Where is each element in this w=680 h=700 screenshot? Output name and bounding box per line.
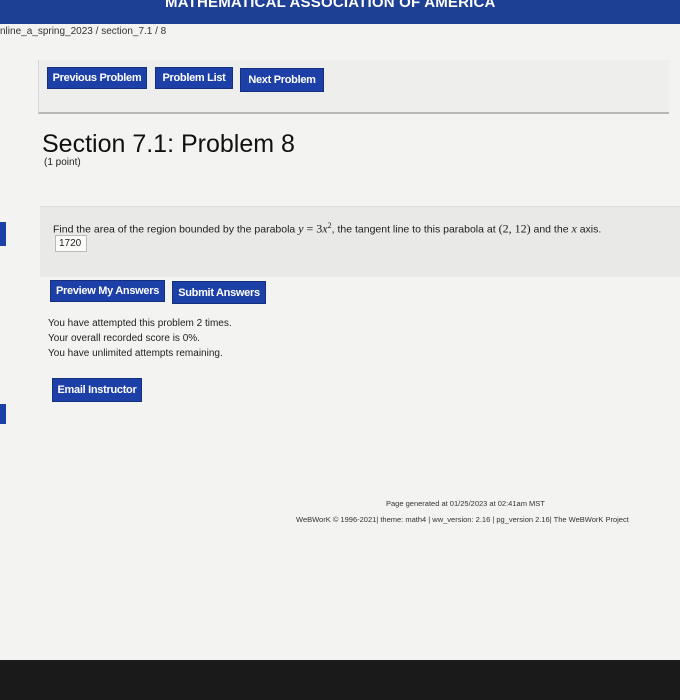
math-point: (2, 12) xyxy=(498,221,531,236)
statement-text-end: axis. xyxy=(576,223,602,236)
page-title: Section 7.1: Problem 8 xyxy=(42,130,295,158)
next-problem-button[interactable]: Next Problem xyxy=(240,68,324,92)
copyright-footer: WeBWorK © 1996-2021| theme: math4 | ww_v… xyxy=(296,515,629,524)
answer-input[interactable] xyxy=(55,235,87,252)
problem-nav: Previous Problem Problem List Next Probl… xyxy=(38,60,669,114)
banner-text: MATHEMATICAL ASSOCIATION OF AMERICA xyxy=(165,0,496,11)
email-instructor-button[interactable]: Email Instructor xyxy=(52,378,142,402)
submit-answers-button[interactable]: Submit Answers xyxy=(172,281,266,304)
breadcrumb[interactable]: nline_a_spring_2023 / section_7.1 / 8 xyxy=(0,26,166,37)
problem-list-button[interactable]: Problem List xyxy=(155,67,233,89)
site-banner: MATHEMATICAL ASSOCIATION OF AMERICA xyxy=(0,0,680,24)
recorded-score: Your overall recorded score is 0%. xyxy=(48,333,200,344)
statement-text-mid: , the tangent line to this parabola at xyxy=(331,223,499,236)
sidebar-tab[interactable] xyxy=(0,404,6,424)
statement-text-after: and the xyxy=(530,223,572,236)
page-generated-text: Page generated at 01/25/2023 at 02:41am … xyxy=(386,499,545,508)
problem-statement: Find the area of the region bounded by t… xyxy=(53,221,601,237)
previous-problem-button[interactable]: Previous Problem xyxy=(47,67,147,89)
problem-body: Find the area of the region bounded by t… xyxy=(40,206,680,277)
sidebar-toggle-tab[interactable] xyxy=(0,222,6,246)
attempts-summary: You have attempted this problem 2 times.… xyxy=(48,316,232,361)
statement-text: Find the area of the region bounded by t… xyxy=(53,223,299,236)
math-eq: = 3 xyxy=(303,221,323,236)
attempts-remaining: You have unlimited attempts remaining. xyxy=(48,348,223,359)
preview-answers-button[interactable]: Preview My Answers xyxy=(50,280,165,302)
attempts-count: You have attempted this problem 2 times. xyxy=(48,318,232,329)
screen: MATHEMATICAL ASSOCIATION OF AMERICA nlin… xyxy=(0,0,680,660)
problem-points: (1 point) xyxy=(44,157,81,168)
